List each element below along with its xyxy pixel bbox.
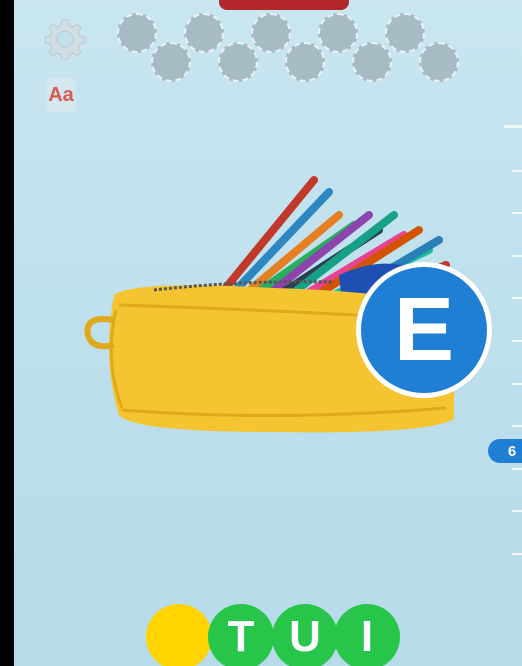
gear-icon[interactable] bbox=[44, 18, 86, 61]
answer-slot bbox=[150, 42, 191, 82]
letter-ball-t[interactable]: T bbox=[208, 604, 274, 666]
scale-tick bbox=[512, 425, 522, 427]
level-badge: 6 bbox=[488, 439, 522, 463]
scale-tick bbox=[512, 510, 522, 512]
top-bar-indicator bbox=[219, 0, 349, 10]
answer-slot bbox=[117, 13, 157, 53]
scale-tick bbox=[512, 170, 522, 172]
font-size-button[interactable]: Aa bbox=[46, 78, 76, 112]
answer-slot bbox=[351, 42, 392, 82]
letter-ball-i[interactable]: I bbox=[334, 604, 400, 666]
answer-slot bbox=[217, 42, 258, 82]
scale-tick bbox=[512, 553, 522, 555]
scale-tick bbox=[512, 212, 522, 214]
answer-slot bbox=[385, 13, 425, 53]
game-screen: Aa E 6 T U I bbox=[0, 0, 522, 666]
answer-slot bbox=[184, 13, 224, 53]
scale-tick bbox=[512, 297, 522, 299]
letter-ball-u[interactable]: U bbox=[272, 604, 338, 666]
answer-slot bbox=[284, 42, 325, 82]
level-scale bbox=[492, 0, 522, 666]
current-letter-bubble[interactable]: E bbox=[356, 262, 492, 398]
scale-tick bbox=[512, 468, 522, 470]
letter-ball-empty[interactable] bbox=[146, 604, 212, 666]
scale-tick bbox=[512, 383, 522, 385]
answer-slot bbox=[251, 13, 291, 53]
scale-tick bbox=[512, 340, 522, 342]
scale-tick bbox=[504, 125, 522, 128]
answer-slot bbox=[418, 42, 459, 82]
answer-slot bbox=[318, 13, 358, 53]
scale-tick bbox=[512, 255, 522, 257]
